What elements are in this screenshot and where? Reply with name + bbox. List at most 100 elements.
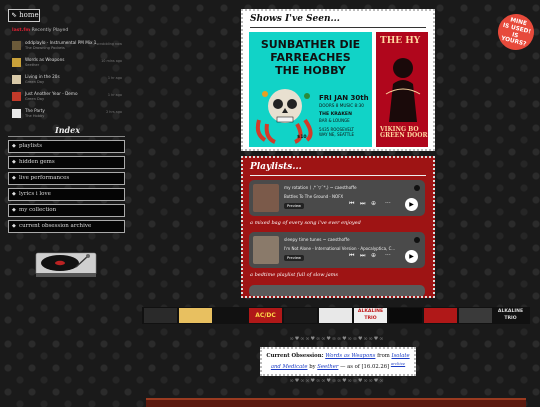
obsession-by: by [309,363,316,370]
add-icon[interactable]: ⊕ [371,252,376,259]
spotify-embed-partial[interactable] [249,285,425,296]
poster-doors: DOORS 8 MUSIC 8:30 [319,103,364,108]
band-thumbnail[interactable]: ALKALINE TRIO [494,308,527,323]
band-thumbnail[interactable] [389,308,422,323]
show-poster-the-hobby[interactable]: THE HY VIKING BO GREEN DOORS [376,32,428,147]
index-item-label: playlists [19,143,43,149]
lastfm-logo[interactable]: last.fm [12,28,30,33]
track-title: oddplaylo - Instrumental PM Mix 1 [25,40,97,45]
playlist-name[interactable]: sleepy time tunes ~ caesthoffe [284,237,350,242]
more-icon[interactable]: ··· [385,200,391,207]
bullet-icon: ◆ [12,159,16,165]
recent-track[interactable]: oddplaylo - Instrumental PM Mix 1 The Dro… [12,40,122,54]
playlist-cover [253,236,279,264]
poster-band-1: SUNBATHER DIE [260,38,361,51]
band-thumbnail[interactable]: AC/DC [249,308,282,323]
track-time: 10 mins ago [101,59,122,63]
poster-city: WAY NE, SEATTLE [319,132,355,137]
index-item-label: current obsession archive [19,223,92,229]
show-poster-sunbather-die[interactable]: SUNBATHER DIE FARREACHES THE HOBBY FRI J… [249,32,372,147]
current-obsession-box: Current Obsession: Words as Weapons from… [260,347,416,376]
playlist-name[interactable]: my rotation ( ,*´▽`*,) ~ caesthoffe [284,185,357,190]
add-icon[interactable]: ⊕ [371,200,376,207]
turntable-icon [35,252,97,277]
bullet-icon: ◆ [12,191,16,197]
track-title: Just Another Year - Demo [25,91,78,96]
track-title: Words as Weapons [25,57,65,62]
track-album-art [12,109,21,118]
preview-badge: Preview [284,203,304,209]
track-album-art [12,41,21,50]
track-artist: The Drowning Pockets [25,46,65,50]
index-item-my-collection[interactable]: ◆ my collection [8,204,125,217]
poster-venue: THE KRAKEN [319,112,352,117]
track-time: 1 hr ago [107,93,122,97]
mine-is-used-sticker: MINE IS USED! IS YOURS? [494,10,538,54]
play-button[interactable]: ▶ [405,198,418,211]
more-icon[interactable]: ··· [385,252,391,259]
band-thumbnail[interactable] [179,308,212,323]
band-thumbnail[interactable] [284,308,317,323]
index-item-lyrics-i-love[interactable]: ◆ lyrics i love [8,188,125,201]
poster2-title: THE HY [380,36,421,46]
band-thumbnail[interactable]: ALKALINE TRIO [354,308,387,323]
spotify-embed[interactable]: my rotation ( ,*´▽`*,) ~ caesthoffe Bottl… [249,180,425,216]
recent-track[interactable]: Just Another Year - Demo Green Day 1 hr ag… [12,91,122,105]
shows-divider [250,27,426,28]
track-title: The Party [25,108,45,113]
footer-panel [146,398,526,407]
obsession-artist-link[interactable]: Seether [317,364,338,370]
recent-track[interactable]: Words as Weapons Seether 10 mins ago [12,57,122,71]
index-title: Index [54,125,80,135]
play-button[interactable]: ▶ [405,250,418,263]
recently-played-header: last.fm Recently Played [12,28,68,33]
band-thumbnail[interactable] [144,308,177,323]
band-thumbnail[interactable] [319,308,352,323]
track-title: Living in the 20s [25,74,60,79]
index-item-live-performances[interactable]: ◆ live performances [8,172,125,185]
previous-icon[interactable]: ⏮ [349,252,354,260]
index-divider [8,136,125,137]
obsession-song-link[interactable]: Words as Weapons [325,353,375,359]
poster-band-3: THE HOBBY [275,64,346,77]
track-album-art [12,75,21,84]
playlists-title: Playlists... [250,162,302,172]
playlists-panel: Playlists... my rotation ( ,*´▽`*,) ~ ca… [241,156,435,298]
track-album-art [12,58,21,67]
index-item-label: lyrics i love [19,191,51,197]
band-thumbnail[interactable] [424,308,457,323]
index-item-hidden-gems[interactable]: ◆ hidden gems [8,156,125,169]
index-item-current-obsession-archive[interactable]: ◆ current obsession archive [8,220,125,233]
ornament-divider-bottom: ∞♥∞∞♥∞∞♥∞∞♥∞∞♥∞∞♥∞ [289,378,385,384]
playlist-cover [253,184,279,212]
poster-price: $10 [297,135,307,140]
spotify-icon[interactable] [414,237,420,243]
shows-seen-panel: Shows I've Seen... SUNBATHER DIE FARREAC… [241,9,435,151]
band-thumbnail[interactable] [459,308,492,323]
spotify-icon[interactable] [414,185,420,191]
playlist-track[interactable]: I'm Not Alone - International Version · … [284,246,395,251]
home-button[interactable]: ⇖ home [8,9,40,22]
playlist-track[interactable]: Bottles To The Ground · NOFX [284,194,343,199]
index-item-playlists[interactable]: ◆ playlists [8,140,125,153]
index-item-label: my collection [19,207,57,213]
previous-icon[interactable]: ⏮ [349,200,354,208]
bullet-icon: ◆ [12,175,16,181]
next-icon[interactable]: ⏭ [360,252,365,260]
bullet-icon: ◆ [12,207,16,213]
obsession-archive-link[interactable]: archive [391,361,405,366]
octopus-skull-icon [255,89,313,144]
index-item-label: live performances [19,175,70,181]
spotify-embed[interactable]: sleepy time tunes ~ caesthoffe I'm Not Al… [249,232,425,268]
band-thumbnail[interactable] [214,308,247,323]
track-time: 1 hr ago [107,76,122,80]
obsession-from: from [377,353,390,359]
recent-track[interactable]: Living in the 20s Green Day 1 hr ago [12,74,122,88]
obsession-date: — as of [16.02.26] [340,363,390,370]
recent-track[interactable]: The Party The Hobby 2 hrs ago [12,108,122,122]
poster-date: FRI JAN 30th [319,94,369,102]
track-time: ♪ scrobbling now [93,42,122,46]
next-icon[interactable]: ⏭ [360,200,365,208]
recently-played-title: Recently Played [31,28,69,33]
band-image-strip: AC/DC ALKALINE TRIO ALKALINE TRIO [142,307,530,324]
